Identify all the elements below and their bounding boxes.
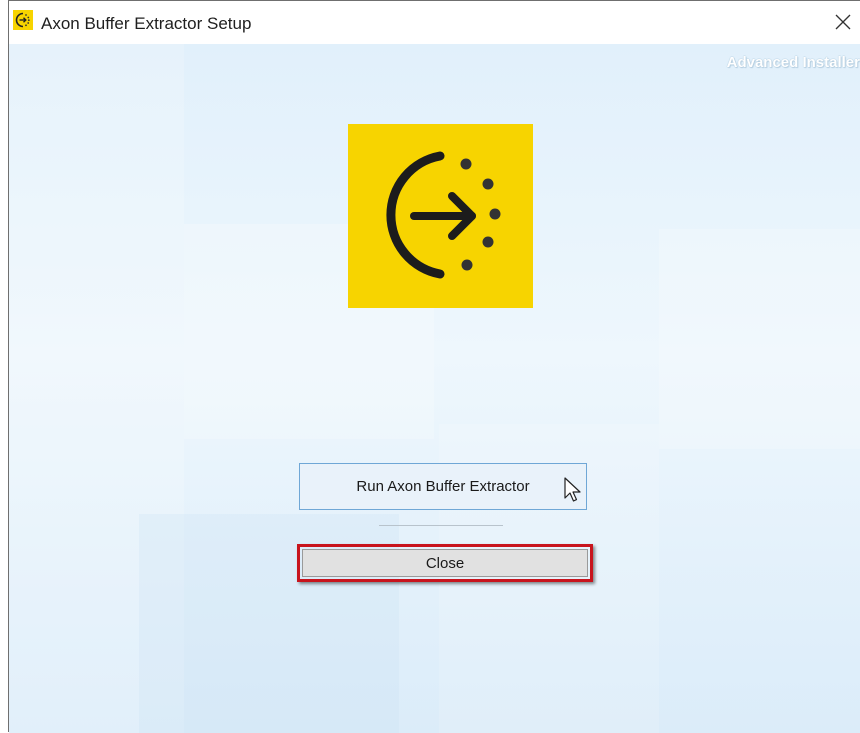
exit-arrow-logo-icon bbox=[348, 124, 533, 308]
app-logo-icon bbox=[13, 10, 33, 30]
close-icon[interactable] bbox=[830, 9, 856, 35]
background-panel bbox=[659, 229, 860, 449]
mouse-pointer-icon bbox=[563, 476, 583, 504]
separator-line bbox=[379, 525, 503, 526]
run-app-button-label: Run Axon Buffer Extractor bbox=[356, 478, 530, 495]
setup-window: Axon Buffer Extractor Setup Advanced Ins… bbox=[8, 0, 860, 733]
title-bar: Axon Buffer Extractor Setup bbox=[9, 1, 860, 44]
window-title: Axon Buffer Extractor Setup bbox=[41, 14, 252, 33]
advanced-installer-brand: Advanced Installer bbox=[726, 54, 860, 71]
client-area: Advanced Installer Run Axon Buffer Extra… bbox=[9, 44, 860, 733]
close-button[interactable]: Close bbox=[302, 549, 588, 577]
run-app-button[interactable]: Run Axon Buffer Extractor bbox=[299, 463, 587, 510]
close-button-label: Close bbox=[425, 554, 465, 572]
